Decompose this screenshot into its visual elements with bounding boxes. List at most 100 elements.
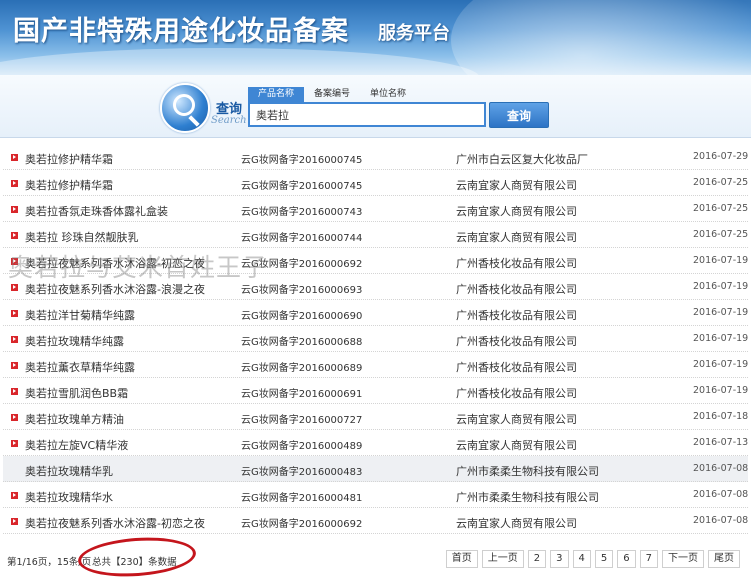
- table-row[interactable]: 奥若拉雪肌润色BB霜 云G妆网备字2016000691 广州香枝化妆品有限公司 201…: [3, 378, 748, 404]
- table-row[interactable]: 奥若拉夜魅系列香水沐浴露-初恋之夜 云G妆网备字2016000692 广州香枝化妆品…: [3, 248, 748, 274]
- search-input[interactable]: [248, 102, 486, 127]
- company-name: 云南宜家人商贸有限公司: [456, 179, 577, 192]
- record-number: 云G妆网备字2016000489: [241, 441, 363, 452]
- bullet-icon: [11, 440, 18, 447]
- company-name: 广州香枝化妆品有限公司: [456, 387, 577, 400]
- record-date: 2016-07-13: [693, 437, 749, 448]
- pager-button[interactable]: 下一页: [662, 550, 704, 568]
- bullet-icon: [11, 388, 18, 395]
- search-tabs: 产品名称 备案编号 单位名称: [248, 87, 416, 102]
- record-number: 云G妆网备字2016000744: [241, 233, 363, 244]
- site-subtitle: 服务平台: [378, 23, 450, 44]
- bullet-icon: [11, 518, 18, 525]
- record-date: 2016-07-25: [693, 203, 749, 214]
- bullet-icon: [11, 154, 18, 161]
- pager-button[interactable]: 6: [617, 550, 636, 568]
- product-name-link[interactable]: 奥若拉左旋VC精华液: [25, 437, 128, 453]
- product-name-link[interactable]: 奥若拉薰衣草精华纯露: [25, 359, 135, 375]
- record-number: 云G妆网备字2016000689: [241, 363, 363, 374]
- pager-button[interactable]: 5: [594, 550, 614, 568]
- product-name-link[interactable]: 奥若拉 珍珠自然靓肤乳: [25, 229, 139, 245]
- table-row[interactable]: 奥若拉玫瑰精华乳 云G妆网备字2016000483 广州市柔柔生物科技有限公司 201…: [3, 456, 748, 482]
- record-number: 云G妆网备字2016000690: [241, 311, 363, 322]
- pager-button[interactable]: 2: [527, 550, 547, 568]
- pager-button[interactable]: 首页: [445, 550, 478, 568]
- search-label-en: Search: [211, 115, 247, 126]
- table-row[interactable]: 奥若拉修护精华霜 云G妆网备字2016000745 云南宜家人商贸有限公司 2016-…: [3, 170, 748, 196]
- table-row[interactable]: 奥若拉夜魅系列香水沐浴露-初恋之夜 云G妆网备字2016000692 云南宜家人商贸…: [3, 508, 748, 534]
- table-row[interactable]: 奥若拉薰衣草精华纯露 云G妆网备字2016000689 广州香枝化妆品有限公司 201…: [3, 352, 748, 378]
- site-title: 国产非特殊用途化妆品备案: [13, 16, 349, 47]
- bullet-icon: [11, 310, 18, 317]
- bullet-icon: [11, 284, 18, 291]
- bullet-icon: [11, 258, 18, 265]
- record-number: 云G妆网备字2016000743: [241, 207, 363, 218]
- company-name: 云南宜家人商贸有限公司: [456, 413, 577, 426]
- table-row[interactable]: 奥若拉香氛走珠香体露礼盒装 云G妆网备字2016000743 云南宜家人商贸有限公司…: [3, 196, 748, 222]
- table-row[interactable]: 奥若拉洋甘菊精华纯露 云G妆网备字2016000690 广州香枝化妆品有限公司 201…: [3, 300, 748, 326]
- bullet-icon: [11, 362, 18, 369]
- record-date: 2016-07-08: [693, 463, 749, 474]
- bullet-icon: [11, 336, 18, 343]
- product-name-link[interactable]: 奥若拉夜魅系列香水沐浴露-浪漫之夜: [25, 281, 205, 297]
- search-button[interactable]: 查询: [489, 102, 549, 128]
- table-row[interactable]: 奥若拉玫瑰精华纯露 云G妆网备字2016000688 广州香枝化妆品有限公司 2016…: [3, 326, 748, 352]
- company-name: 广州香枝化妆品有限公司: [456, 361, 577, 374]
- table-row[interactable]: 奥若拉玫瑰精华水 云G妆网备字2016000481 广州市柔柔生物科技有限公司 201…: [3, 482, 748, 508]
- table-row[interactable]: 奥若拉左旋VC精华液 云G妆网备字2016000489 云南宜家人商贸有限公司 201…: [3, 430, 748, 456]
- pager: 首页 上一页 2 3 4 5 6 7 下一页 尾页: [445, 550, 740, 568]
- company-name: 广州市柔柔生物科技有限公司: [456, 465, 599, 478]
- table-row[interactable]: 奥若拉玫瑰单方精油 云G妆网备字2016000727 云南宜家人商贸有限公司 2016…: [3, 404, 748, 430]
- company-name: 云南宜家人商贸有限公司: [456, 231, 577, 244]
- product-name-link[interactable]: 奥若拉修护精华霜: [25, 151, 113, 167]
- record-date: 2016-07-29: [693, 151, 749, 162]
- company-name: 云南宜家人商贸有限公司: [456, 439, 577, 452]
- bullet-icon: [11, 414, 18, 421]
- company-name: 广州香枝化妆品有限公司: [456, 257, 577, 270]
- site-banner: 国产非特殊用途化妆品备案 服务平台: [0, 0, 751, 75]
- product-name-link[interactable]: 奥若拉夜魅系列香水沐浴露-初恋之夜: [25, 515, 205, 531]
- record-number: 云G妆网备字2016000745: [241, 155, 363, 166]
- product-name-link[interactable]: 奥若拉香氛走珠香体露礼盒装: [25, 203, 168, 219]
- tab-record-number[interactable]: 备案编号: [304, 87, 360, 102]
- record-number: 云G妆网备字2016000745: [241, 181, 363, 192]
- product-name-link[interactable]: 奥若拉洋甘菊精华纯露: [25, 307, 135, 323]
- record-date: 2016-07-19: [693, 385, 749, 396]
- record-date: 2016-07-19: [693, 333, 749, 344]
- table-row[interactable]: 奥若拉夜魅系列香水沐浴露-浪漫之夜 云G妆网备字2016000693 广州香枝化妆品…: [3, 274, 748, 300]
- bullet-icon: [11, 492, 18, 499]
- pager-button[interactable]: 4: [572, 550, 591, 568]
- company-name: 广州香枝化妆品有限公司: [456, 335, 577, 348]
- product-name-link[interactable]: 奥若拉玫瑰精华纯露: [25, 333, 124, 349]
- record-number: 云G妆网备字2016000727: [241, 415, 363, 426]
- record-number: 云G妆网备字2016000481: [241, 493, 363, 504]
- table-row[interactable]: 奥若拉修护精华霜 云G妆网备字2016000745 广州市白云区复大化妆品厂 2016…: [3, 144, 748, 170]
- record-date: 2016-07-19: [693, 255, 749, 266]
- pager-button[interactable]: 7: [639, 550, 658, 568]
- record-date: 2016-07-25: [693, 229, 749, 240]
- record-date: 2016-07-18: [693, 411, 749, 422]
- bullet-icon: [11, 232, 18, 239]
- tab-company-name[interactable]: 单位名称: [360, 87, 416, 102]
- record-number: 云G妆网备字2016000692: [241, 259, 363, 270]
- record-date: 2016-07-08: [693, 489, 749, 500]
- company-name: 云南宜家人商贸有限公司: [456, 517, 577, 530]
- product-name-link[interactable]: 奥若拉雪肌润色BB霜: [25, 385, 128, 401]
- product-name-link[interactable]: 奥若拉夜魅系列香水沐浴露-初恋之夜: [25, 255, 205, 271]
- pager-button[interactable]: 3: [550, 550, 569, 568]
- record-number: 云G妆网备字2016000693: [241, 285, 363, 296]
- bullet-icon: [11, 206, 18, 213]
- table-row[interactable]: 奥若拉 珍珠自然靓肤乳 云G妆网备字2016000744 云南宜家人商贸有限公司 20…: [3, 222, 748, 248]
- company-name: 云南宜家人商贸有限公司: [456, 205, 577, 218]
- search-magnifier-icon: [160, 83, 210, 133]
- bullet-icon: [11, 180, 18, 187]
- product-name-link[interactable]: 奥若拉玫瑰精华水: [25, 489, 113, 505]
- product-name-link[interactable]: 奥若拉玫瑰单方精油: [25, 411, 124, 427]
- tab-product-name[interactable]: 产品名称: [248, 87, 305, 102]
- pager-button[interactable]: 尾页: [708, 550, 740, 568]
- product-name-link[interactable]: 奥若拉玫瑰精华乳: [25, 463, 113, 479]
- banner-swoosh-graphic: [0, 48, 480, 75]
- product-name-link[interactable]: 奥若拉修护精华霜: [25, 177, 113, 193]
- record-number: 云G妆网备字2016000691: [241, 389, 363, 400]
- pager-button[interactable]: 上一页: [481, 550, 524, 568]
